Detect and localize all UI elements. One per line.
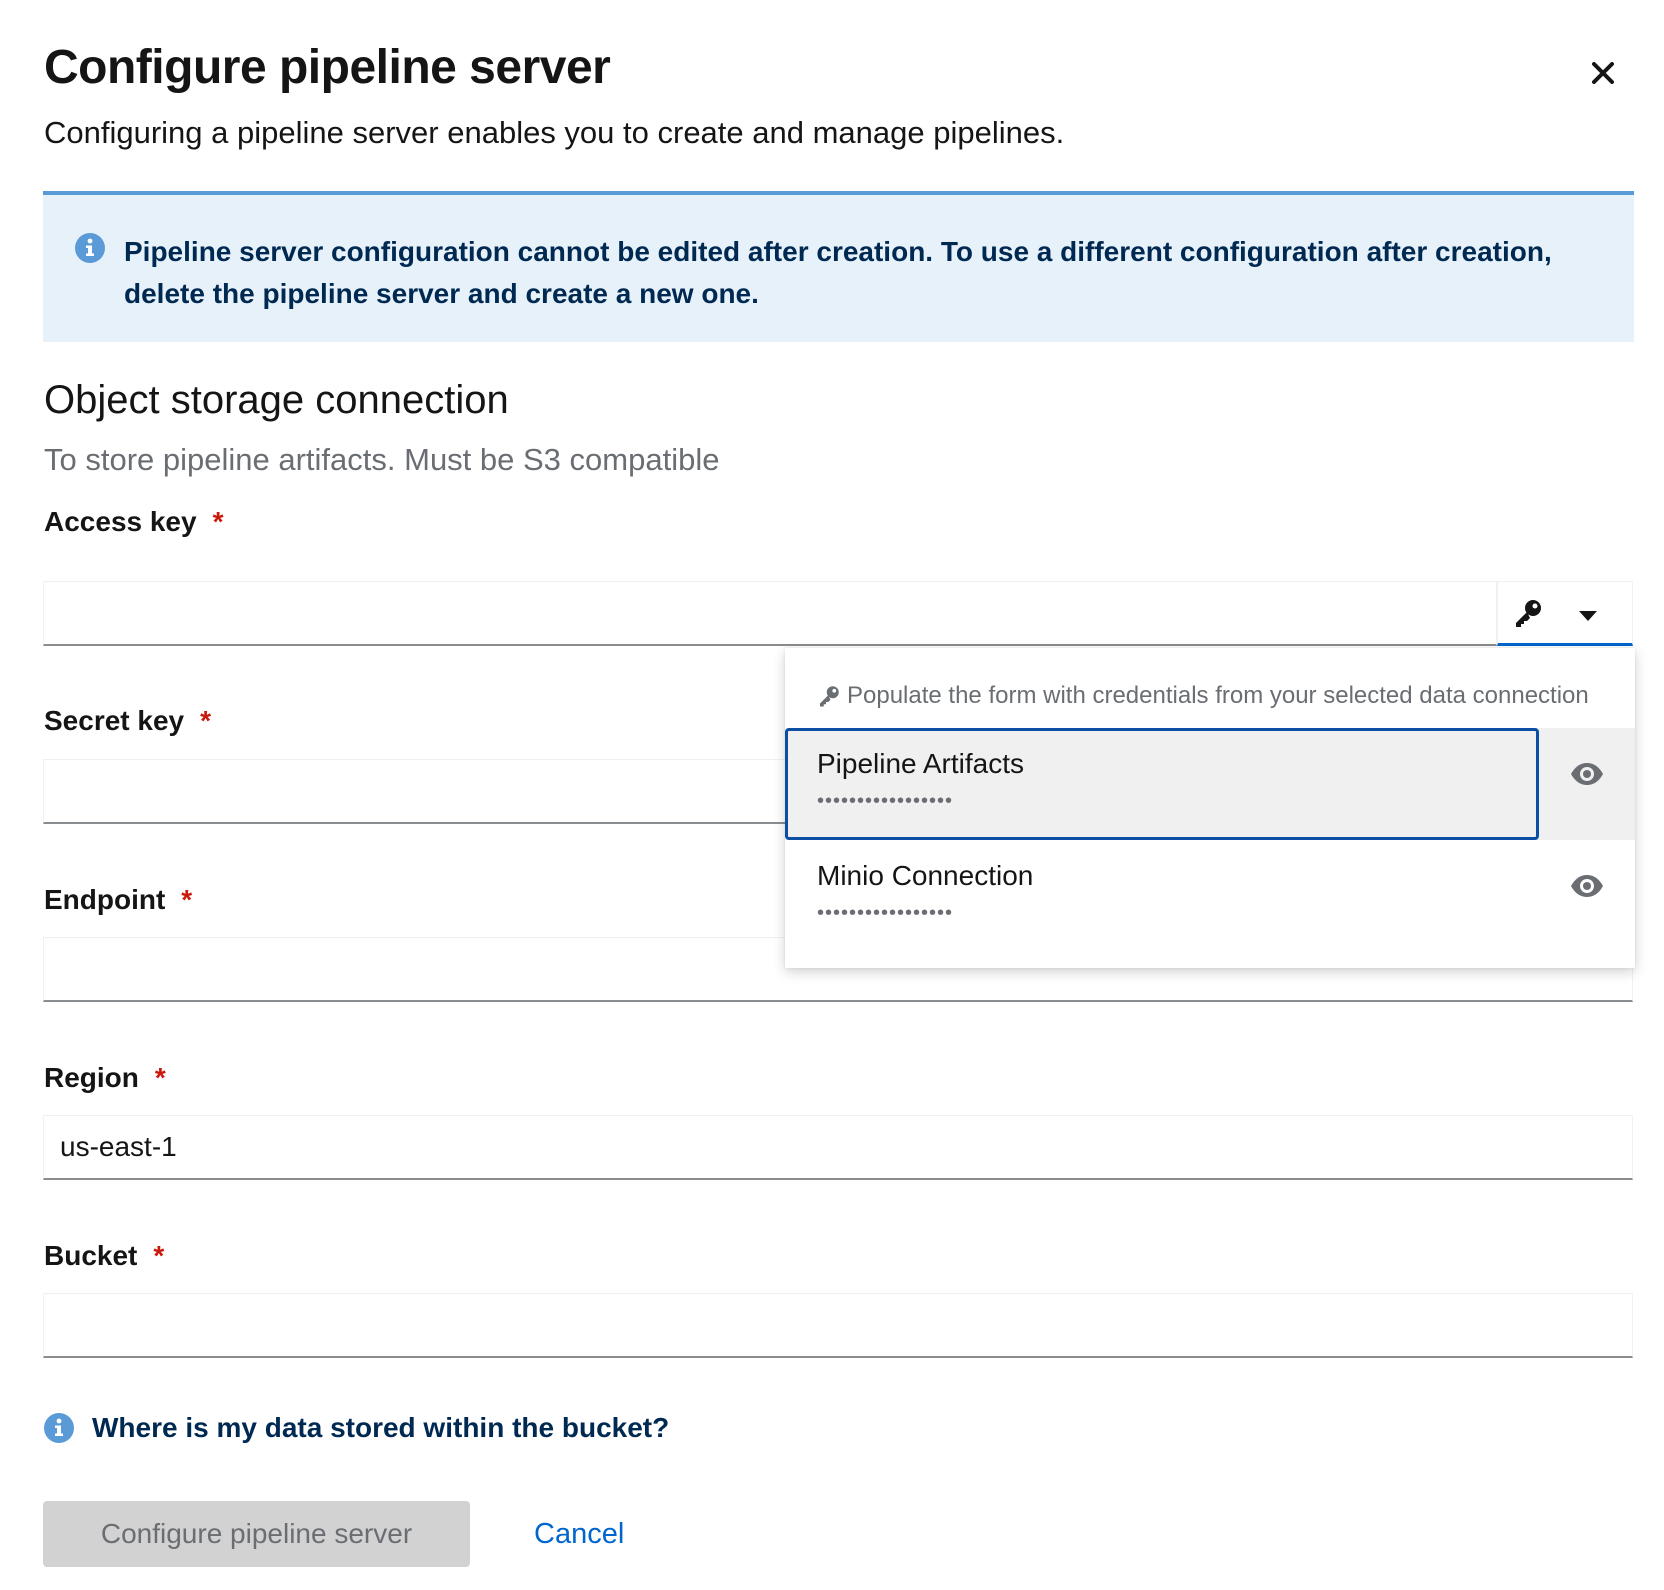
menu-item-minio-connection[interactable]: Minio Connection ••••••••••••••••• [785, 840, 1635, 952]
eye-icon [1570, 874, 1604, 903]
menu-description: Populate the form with credentials from … [817, 682, 1589, 710]
data-location-help-link[interactable]: Where is my data stored within the bucke… [44, 1412, 669, 1444]
caret-down-icon [1579, 609, 1597, 627]
required-marker: * [153, 1240, 165, 1271]
focus-ring [785, 728, 1539, 840]
close-icon [1592, 61, 1614, 89]
info-circle-icon [75, 233, 105, 268]
required-marker: * [200, 705, 212, 736]
bucket-label: Bucket * [44, 1240, 165, 1271]
menu-item-name: Minio Connection [817, 860, 1034, 891]
show-credential-button[interactable] [1565, 866, 1609, 910]
info-circle-icon [44, 1413, 74, 1443]
key-icon [1512, 597, 1544, 634]
bucket-input[interactable] [43, 1293, 1633, 1358]
key-icon [817, 684, 841, 708]
modal-title: Configure pipeline server [44, 41, 611, 94]
info-alert: Pipeline server configuration cannot be … [43, 191, 1634, 342]
help-link-text: Where is my data stored within the bucke… [92, 1412, 670, 1443]
menu-item-name: Pipeline Artifacts [817, 748, 1024, 779]
credentials-menu: Populate the form with credentials from … [785, 648, 1635, 968]
required-marker: * [181, 884, 193, 915]
access-key-label: Access key * [44, 506, 224, 537]
section-title: Object storage connection [44, 378, 509, 422]
required-marker: * [212, 506, 224, 537]
configure-pipeline-server-button[interactable]: Configure pipeline server [43, 1501, 470, 1567]
required-marker: * [154, 1062, 166, 1093]
masked-value: ••••••••••••••••• [817, 790, 954, 812]
cancel-button[interactable]: Cancel [534, 1501, 624, 1567]
alert-message: Pipeline server configuration cannot be … [124, 236, 1552, 309]
configure-pipeline-server-modal: Configure pipeline server Configuring a … [0, 0, 1664, 1590]
modal-description: Configuring a pipeline server enables yo… [44, 115, 1065, 150]
masked-value: ••••••••••••••••• [817, 902, 954, 924]
close-button[interactable] [1580, 52, 1626, 98]
section-subtitle: To store pipeline artifacts. Must be S3 … [44, 442, 720, 477]
credentials-dropdown-toggle[interactable] [1497, 581, 1633, 646]
secret-key-label: Secret key * [44, 705, 212, 736]
access-key-input[interactable] [43, 581, 1497, 646]
menu-item-pipeline-artifacts[interactable]: Pipeline Artifacts ••••••••••••••••• [785, 728, 1635, 840]
region-input[interactable] [43, 1115, 1633, 1180]
endpoint-label: Endpoint * [44, 884, 193, 915]
eye-icon [1570, 762, 1604, 791]
region-label: Region * [44, 1062, 166, 1093]
show-credential-button[interactable] [1565, 754, 1609, 798]
